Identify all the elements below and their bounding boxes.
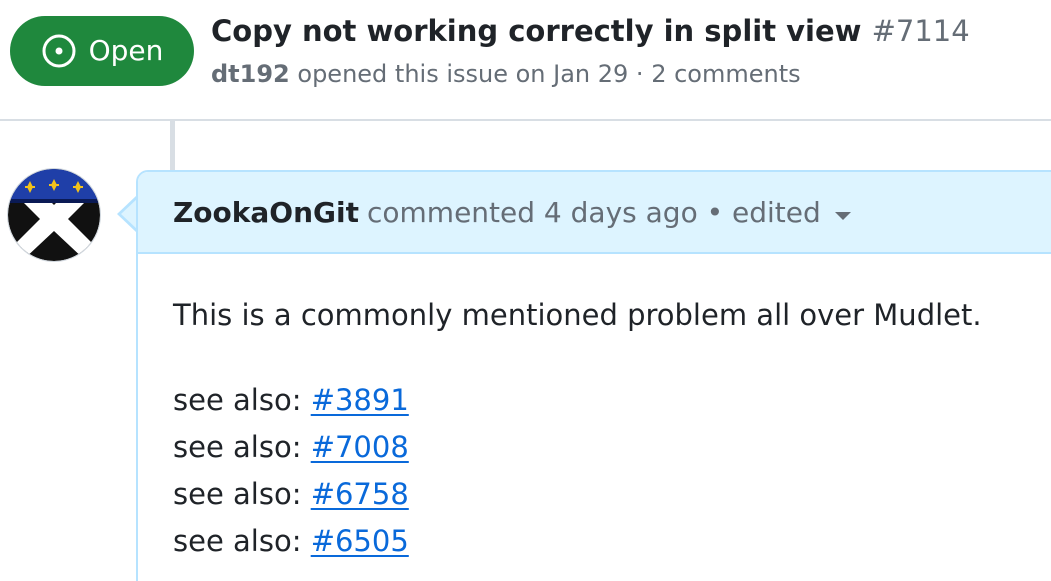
- comment-paragraph: This is a commonly mentioned problem all…: [173, 298, 982, 332]
- issue-link[interactable]: #6758: [311, 477, 409, 511]
- issue-title-text: Copy not working correctly in split view: [211, 14, 862, 48]
- comment-action-text[interactable]: commented 4 days ago • edited: [367, 194, 821, 232]
- issue-number: #7114: [871, 14, 970, 48]
- issue-link[interactable]: #3891: [311, 383, 409, 417]
- issue-header: Open Copy not working correctly in split…: [0, 0, 1051, 121]
- comment-header: ZookaOnGit commented 4 days ago • edited: [138, 172, 1051, 254]
- issue-meta: dt192 opened this issue on Jan 29 · 2 co…: [211, 58, 801, 90]
- see-also-list: see also: #3891 see also: #7008 see also…: [173, 377, 409, 565]
- see-also-prefix: see also:: [173, 430, 302, 464]
- issue-title: Copy not working correctly in split view…: [211, 12, 970, 50]
- timeline-line: [170, 121, 175, 171]
- see-also-prefix: see also:: [173, 383, 302, 417]
- issue-link[interactable]: #7008: [311, 430, 409, 464]
- list-item: see also: #7008: [173, 424, 409, 471]
- state-badge-open: Open: [10, 16, 194, 86]
- list-item: see also: #6758: [173, 471, 409, 518]
- list-item: see also: #3891: [173, 377, 409, 424]
- issue-author-link[interactable]: dt192: [211, 60, 290, 88]
- see-also-prefix: see also:: [173, 477, 302, 511]
- comment-author-link[interactable]: ZookaOnGit: [173, 194, 359, 232]
- issue-opened-text: opened this issue on Jan 29 · 2 comments: [297, 60, 801, 88]
- issue-page: Open Copy not working correctly in split…: [0, 0, 1051, 581]
- list-item: see also: #6505: [173, 518, 409, 565]
- issue-link[interactable]: #6505: [311, 524, 409, 558]
- comment-box: ZookaOnGit commented 4 days ago • edited…: [136, 170, 1051, 581]
- issue-opened-icon: [42, 34, 76, 68]
- see-also-prefix: see also:: [173, 524, 302, 558]
- chevron-down-icon[interactable]: [834, 212, 851, 220]
- avatar-image: [8, 169, 100, 261]
- avatar[interactable]: [8, 169, 100, 261]
- state-label: Open: [88, 34, 164, 67]
